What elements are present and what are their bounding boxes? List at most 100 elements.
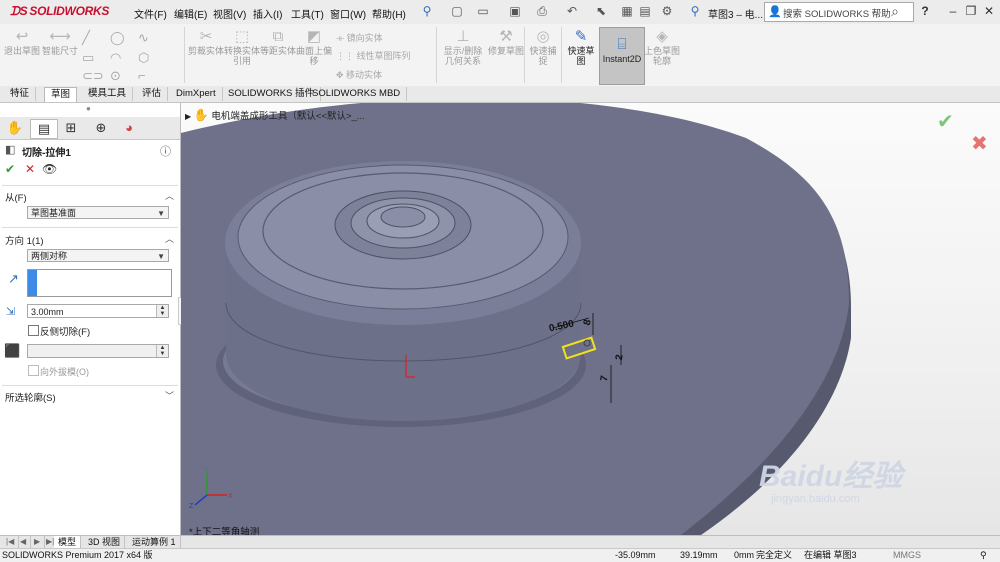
close-button[interactable]: ✕ [982, 4, 996, 18]
search-icon[interactable]: ⌕ [888, 4, 902, 18]
rectangle-icon[interactable]: ▭ [82, 50, 94, 66]
polygon-icon[interactable]: ⬡ [138, 50, 149, 66]
pin-icon[interactable]: ⚲ [420, 4, 434, 18]
solidworks-logo[interactable]: ᗪS SOLIDWORKS [10, 4, 109, 19]
panel-grip-icon[interactable]: ● [86, 104, 91, 113]
surface-offset-button[interactable]: ◩ 曲面上偏移 [296, 28, 332, 66]
line-icon[interactable]: ╱ [82, 30, 90, 46]
quick-sketch-button[interactable]: ✎ 快速草图 [564, 28, 598, 66]
spline-icon[interactable]: ∿ [138, 30, 149, 46]
shaded-sketch-contours-button[interactable]: ◈ 上色草图轮廓 [644, 28, 680, 66]
undo-icon[interactable]: ↶ [565, 4, 579, 18]
linear-pattern-button[interactable]: ⋮⋮ 线性草图阵列 [336, 49, 411, 62]
move-entities-button[interactable]: ✥ 移动实体 [336, 68, 382, 81]
print-icon[interactable]: ⎙ [535, 4, 549, 18]
expand-arrow-icon[interactable]: ▶ [185, 112, 191, 121]
direction-reference-box[interactable] [27, 269, 172, 297]
display-delete-relations-button[interactable]: ⊥ 显示/删除几何关系 [440, 28, 486, 66]
menu-help[interactable]: 帮助(H) [372, 6, 406, 21]
menu-tools[interactable]: 工具(T) [291, 6, 324, 21]
rebuild-icon[interactable]: ▦ [620, 4, 634, 18]
smart-dimension-button[interactable]: ⟷ 智能尺寸 [42, 28, 78, 56]
exit-sketch-button[interactable]: ↩ 退出草图 [4, 28, 40, 56]
scroll-prev-icon[interactable]: ◀ [16, 536, 32, 548]
view-orientation-icon[interactable]: ⬒ [542, 103, 553, 104]
display-style-icon[interactable]: ◉ [557, 103, 567, 104]
menu-edit[interactable]: 编辑(E) [174, 6, 207, 21]
gear-icon[interactable]: ⚙ [660, 4, 674, 18]
menu-file[interactable]: 文件(F) [134, 6, 167, 21]
restore-button[interactable]: ❐ [964, 4, 978, 18]
cancel-button[interactable]: ✕ [25, 162, 35, 176]
flip-side-checkbox[interactable] [28, 325, 39, 336]
from-select[interactable]: 草图基准面 ▼ [27, 206, 169, 219]
preview-eye-icon[interactable]: 👁 [42, 162, 57, 176]
edit-appearance-icon[interactable]: ● [582, 103, 589, 104]
convert-entities-button[interactable]: ⬚ 转换实体引用 [224, 28, 260, 66]
tab-evaluate[interactable]: 评估 [136, 87, 169, 101]
pushpin-icon[interactable]: ⚲ [688, 4, 702, 18]
zoom-area-icon[interactable]: ⌕ [490, 103, 497, 104]
hide-show-icon[interactable]: ◐ [571, 103, 578, 104]
draft-angle-input[interactable]: ▲ ▼ [27, 344, 169, 358]
tab-sketch[interactable]: 草图 [44, 87, 78, 102]
tab-model[interactable]: 模型 [54, 536, 82, 548]
section-view-icon[interactable]: ◧ [513, 103, 524, 104]
zoom-fit-icon[interactable]: 🔍︎ [471, 103, 486, 104]
end-condition-select[interactable]: 两侧对称 ▼ [27, 249, 169, 262]
menu-insert[interactable]: 插入(I) [253, 6, 282, 21]
previous-view-icon[interactable]: ↶ [500, 103, 510, 104]
menu-view[interactable]: 视图(V) [213, 6, 246, 21]
depth-input[interactable]: 3.00mm ▲ ▼ [27, 304, 169, 318]
offset-entities-button[interactable]: ⧉ 等距实体 [260, 28, 296, 56]
feature-tree-flyout[interactable]: ▶ ✋ 电机端盖成形工具（默认<<默认>_... [185, 108, 365, 122]
help-icon[interactable]: ⓘ [160, 143, 171, 159]
draft-outward-checkbox[interactable] [28, 365, 39, 376]
mirror-entities-button[interactable]: ⟛ 镜向实体 [336, 31, 383, 44]
chevron-up-icon[interactable]: ︿ [165, 232, 174, 245]
ok-button[interactable]: ✔ [5, 162, 15, 176]
repair-sketch-button[interactable]: ⚒ 修复草图 [488, 28, 524, 56]
tab-motion-study[interactable]: 运动算例 1 [128, 536, 181, 548]
dynamic-annotation-icon[interactable]: ▦ [528, 103, 539, 104]
select-icon[interactable]: ⬉ [594, 4, 608, 18]
confirm-cancel-icon[interactable]: ✖ [971, 131, 988, 156]
confirm-ok-icon[interactable]: ✔ [937, 109, 954, 134]
fillet-icon[interactable]: ⌐ [138, 68, 146, 83]
status-options-icon[interactable]: ⚲ [980, 549, 987, 562]
draft-spinner[interactable]: ▲ ▼ [156, 345, 168, 357]
depth-spinner[interactable]: ▲ ▼ [156, 305, 168, 317]
units-selector[interactable]: MMGS [893, 549, 921, 562]
trim-entities-button[interactable]: ✂ 剪裁实体 [188, 28, 224, 56]
chevron-up-icon[interactable]: ︿ [165, 189, 174, 202]
graphics-viewport[interactable]: 0.500 8 2 7 ▶ ✋ 电机端盖成形工具（默认<<默认>_... 🔍︎ … [181, 103, 1000, 535]
scene-icon[interactable]: ◈ [592, 103, 601, 104]
tab-dimxpert[interactable]: DimXpert [170, 87, 223, 101]
circle-icon[interactable]: ◯ [110, 30, 125, 46]
direction-arrow-icon[interactable]: ↗ [8, 271, 19, 287]
feature-tree-icon[interactable]: ✋ [2, 119, 28, 137]
tab-mold-tools[interactable]: 模具工具 [82, 87, 134, 101]
tab-mbd[interactable]: SOLIDWORKS MBD [306, 87, 408, 101]
draft-toggle-icon[interactable]: ⬛ [4, 343, 20, 359]
property-manager-icon[interactable]: ▤ [30, 119, 58, 139]
file-props-icon[interactable]: ▤ [638, 4, 652, 18]
chevron-down-icon[interactable]: ﹀ [165, 389, 174, 402]
help-icon[interactable]: ? [918, 4, 932, 18]
dimxpert-manager-icon[interactable]: ⊕ [88, 119, 114, 137]
point-icon[interactable]: ⊙ [110, 68, 121, 84]
tab-features[interactable]: 特征 [4, 87, 37, 101]
instant2d-button[interactable]: ⌸ Instant2D [599, 27, 645, 85]
tab-3d-view[interactable]: 3D 视图 [84, 536, 126, 548]
arc-icon[interactable]: ◠ [110, 50, 121, 66]
open-icon[interactable]: ▭ [476, 4, 490, 18]
view-settings-icon[interactable]: ▭ [605, 103, 616, 104]
display-manager-icon[interactable]: ◕ [116, 119, 142, 137]
menu-window[interactable]: 窗口(W) [330, 6, 366, 21]
minimize-button[interactable]: – [946, 4, 960, 18]
new-doc-icon[interactable]: ▢ [450, 4, 464, 18]
slot-icon[interactable]: ⊂⊃ [82, 68, 104, 84]
quick-snap-button[interactable]: ◎ 快速捕捉 [526, 28, 560, 66]
save-icon[interactable]: ▣ [508, 4, 522, 18]
configuration-manager-icon[interactable]: ⊞ [58, 119, 84, 137]
